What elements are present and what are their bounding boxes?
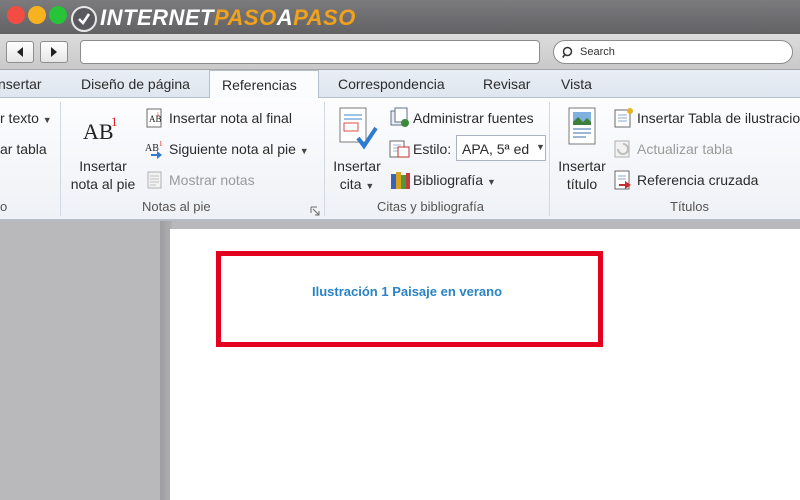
insert-citation-label-2: cita [339, 176, 362, 192]
citation-style-select[interactable]: APA, 5ª ed ▼ [456, 135, 546, 161]
next-footnote-icon: AB 1 [145, 139, 167, 164]
chevron-down-icon: ▼ [299, 146, 309, 156]
bibliography-icon [389, 169, 411, 196]
address-bar[interactable] [80, 40, 540, 64]
insert-caption-label-1: Insertar [558, 158, 606, 174]
minimize-window-button[interactable] [28, 6, 46, 24]
citation-style-value: APA, 5ª ed [462, 141, 530, 157]
footnotes-group-label: Notas al pie [142, 199, 211, 214]
search-icon [562, 46, 573, 58]
insert-footnote-icon: AB 1 [82, 113, 122, 152]
insert-footnote-button[interactable]: Insertar nota al pie [66, 157, 140, 193]
insert-citation-label-1: Insertar [333, 158, 381, 174]
brand-suffix: PASO [293, 5, 356, 30]
insert-footnote-label-1: Insertar [79, 158, 127, 174]
manage-sources-icon [389, 107, 411, 134]
table-of-figures-icon [613, 107, 635, 134]
manage-sources-button[interactable]: Administrar fuentes [413, 110, 534, 126]
insert-endnote-icon: AB i [145, 108, 165, 133]
style-icon [389, 139, 411, 164]
svg-text:AB: AB [83, 119, 114, 144]
window-titlebar: INTERNETPASOAPASO [0, 0, 800, 34]
cross-reference-icon [613, 169, 635, 196]
chevron-down-icon: ▼ [486, 177, 496, 187]
toc-group-label: o [0, 199, 8, 214]
search-input[interactable]: Search [553, 40, 793, 64]
captions-group-label: Títulos [670, 199, 710, 214]
update-toc-button[interactable]: ar tabla [0, 141, 47, 157]
insert-text-label: r texto [0, 110, 39, 126]
back-button[interactable] [6, 41, 34, 63]
svg-text:AB: AB [149, 114, 162, 124]
show-notes-icon [147, 171, 163, 194]
insert-caption-icon [566, 106, 600, 157]
bibliography-button[interactable]: Bibliografía ▼ [413, 172, 496, 188]
tab-revisar[interactable]: Revisar [483, 76, 530, 92]
group-separator [549, 102, 550, 216]
update-table-icon [613, 139, 633, 164]
cross-reference-button[interactable]: Referencia cruzada [637, 172, 758, 188]
group-separator [60, 102, 61, 216]
bibliography-label: Bibliografía [413, 172, 484, 188]
tab-diseno-de-pagina[interactable]: Diseño de página [81, 76, 190, 92]
update-table-button[interactable]: Actualizar tabla [637, 141, 733, 157]
tab-vista[interactable]: Vista [561, 76, 592, 92]
insert-footnote-label-2: nota al pie [70, 176, 136, 192]
ribbon-tab-row: nsertar Diseño de página Referencias Cor… [0, 70, 800, 99]
close-window-button[interactable] [7, 6, 25, 24]
brand-watermark: INTERNETPASOAPASO [100, 5, 356, 31]
group-separator [324, 102, 325, 216]
tab-referencias-label: Referencias [222, 77, 297, 93]
svg-text:1: 1 [159, 140, 163, 148]
next-footnote-button[interactable]: Siguiente nota al pie ▼ [169, 141, 309, 157]
highlight-box [216, 251, 603, 347]
maximize-window-button[interactable] [49, 6, 67, 24]
next-footnote-label: Siguiente nota al pie [169, 141, 296, 157]
brand-logo-icon [71, 6, 97, 32]
insert-text-button[interactable]: r texto ▼ [0, 110, 52, 126]
browser-toolbar: Search [0, 34, 800, 70]
tab-correspondencia[interactable]: Correspondencia [338, 76, 445, 92]
insert-caption-label-2: título [566, 176, 598, 192]
chevron-down-icon: ▼ [536, 142, 545, 152]
insert-citation-icon [336, 106, 378, 157]
brand-a: A [276, 5, 294, 30]
tab-insertar[interactable]: nsertar [0, 76, 42, 92]
forward-button[interactable] [40, 41, 68, 63]
search-placeholder: Search [580, 46, 615, 58]
dialog-launcher-icon[interactable] [310, 203, 320, 221]
brand-prefix: INTERNET [100, 5, 214, 30]
show-notes-button[interactable]: Mostrar notas [169, 172, 255, 188]
svg-text:i: i [157, 111, 159, 119]
insert-table-of-figures-button[interactable]: Insertar Tabla de ilustracio [637, 110, 800, 126]
tab-referencias[interactable]: Referencias [209, 70, 319, 99]
figure-caption[interactable]: Ilustración 1 Paisaje en verano [312, 284, 502, 299]
brand-highlight: PASO [214, 5, 277, 30]
insert-caption-button[interactable]: Insertar título [553, 157, 611, 193]
insert-endnote-button[interactable]: Insertar nota al final [169, 110, 292, 126]
svg-text:1: 1 [111, 114, 118, 129]
chevron-down-icon: ▼ [365, 181, 375, 191]
chevron-down-icon: ▼ [42, 115, 52, 125]
style-label: Estilo: [413, 141, 452, 157]
citations-group-label: Citas y bibliografía [377, 199, 484, 214]
arrow-left-icon [17, 47, 23, 57]
arrow-right-icon [51, 47, 57, 57]
insert-citation-button[interactable]: Insertar cita ▼ [328, 157, 386, 195]
